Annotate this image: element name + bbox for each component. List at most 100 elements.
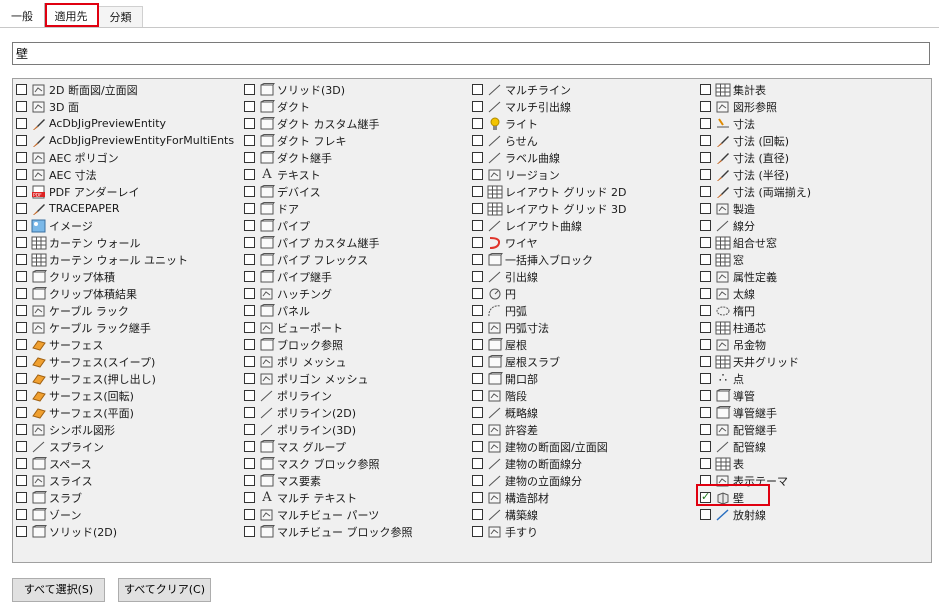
object-type-item[interactable]: ポリライン(3D) (241, 421, 461, 438)
checkbox[interactable] (472, 373, 483, 384)
checkbox[interactable] (16, 356, 27, 367)
object-type-item[interactable]: 3D 面 (13, 98, 233, 115)
object-type-item[interactable]: 線分 (697, 217, 917, 234)
checkbox[interactable] (472, 288, 483, 299)
checkbox[interactable] (472, 424, 483, 435)
checkbox[interactable] (700, 373, 711, 384)
checkbox[interactable] (244, 424, 255, 435)
object-type-item[interactable]: ダクト継手 (241, 149, 461, 166)
checkbox[interactable] (700, 118, 711, 129)
checkbox[interactable] (16, 424, 27, 435)
object-type-item[interactable]: カーテン ウォール (13, 234, 233, 251)
checkbox[interactable] (16, 169, 27, 180)
object-type-item[interactable]: PDF PDF アンダーレイ (13, 183, 233, 200)
object-type-item[interactable]: スライス (13, 472, 233, 489)
checkbox[interactable] (244, 339, 255, 350)
checkbox[interactable] (700, 254, 711, 265)
checkbox[interactable] (472, 356, 483, 367)
object-type-item[interactable]: 配管継手 (697, 421, 917, 438)
object-type-item[interactable]: 放射線 (697, 506, 917, 523)
object-type-item[interactable]: 許容差 (469, 421, 689, 438)
checkbox[interactable] (700, 169, 711, 180)
object-type-item[interactable]: 概略線 (469, 404, 689, 421)
checkbox[interactable] (700, 305, 711, 316)
checkbox[interactable] (16, 220, 27, 231)
object-type-item[interactable]: マルチビュー ブロック参照 (241, 523, 461, 540)
checkbox[interactable] (16, 509, 27, 520)
object-type-item[interactable]: パイプ継手 (241, 268, 461, 285)
checkbox[interactable] (700, 186, 711, 197)
checkbox[interactable] (244, 237, 255, 248)
checkbox[interactable] (244, 135, 255, 146)
object-type-item[interactable]: マルチビュー パーツ (241, 506, 461, 523)
checkbox[interactable] (244, 84, 255, 95)
object-type-item[interactable]: ソリッド(2D) (13, 523, 233, 540)
checkbox[interactable] (472, 135, 483, 146)
checkbox[interactable] (472, 237, 483, 248)
checkbox[interactable] (16, 390, 27, 401)
object-type-item[interactable]: 楕円 (697, 302, 917, 319)
object-type-item[interactable]: 寸法 (697, 115, 917, 132)
checkbox[interactable] (244, 203, 255, 214)
object-type-item[interactable]: イメージ (13, 217, 233, 234)
checkbox[interactable] (472, 322, 483, 333)
object-type-item[interactable]: 円弧寸法 (469, 319, 689, 336)
object-type-item[interactable]: クリップ体積結果 (13, 285, 233, 302)
object-type-item[interactable]: サーフェス(押し出し) (13, 370, 233, 387)
checkbox[interactable] (700, 339, 711, 350)
object-type-item[interactable]: ゾーン (13, 506, 233, 523)
checkbox[interactable] (472, 169, 483, 180)
object-type-item[interactable]: 構造部材 (469, 489, 689, 506)
object-type-item[interactable]: 導管 (697, 387, 917, 404)
checkbox[interactable] (472, 458, 483, 469)
checkbox[interactable] (244, 509, 255, 520)
checkbox[interactable] (244, 152, 255, 163)
object-type-item[interactable]: 建物の立面線分 (469, 472, 689, 489)
object-type-item[interactable]: ポリライン(2D) (241, 404, 461, 421)
object-type-item[interactable]: ∴ 点 (697, 370, 917, 387)
object-type-item[interactable]: 寸法 (回転) (697, 132, 917, 149)
object-type-item[interactable]: TRACEPAPER (13, 200, 233, 217)
checkbox[interactable] (472, 254, 483, 265)
object-type-item[interactable]: レイアウト グリッド 3D (469, 200, 689, 217)
checkbox[interactable] (472, 220, 483, 231)
object-type-item[interactable]: ダクト (241, 98, 461, 115)
object-type-item[interactable]: サーフェス (13, 336, 233, 353)
object-type-item[interactable]: ケーブル ラック (13, 302, 233, 319)
checkbox[interactable] (472, 305, 483, 316)
object-type-item[interactable]: パネル (241, 302, 461, 319)
object-type-item[interactable]: AEC 寸法 (13, 166, 233, 183)
checkbox[interactable] (700, 458, 711, 469)
object-type-item[interactable]: 太線 (697, 285, 917, 302)
checkbox[interactable] (244, 305, 255, 316)
checkbox[interactable] (244, 322, 255, 333)
object-type-item[interactable]: 配管線 (697, 438, 917, 455)
checkbox[interactable] (244, 356, 255, 367)
checkbox[interactable] (472, 101, 483, 112)
object-type-item[interactable]: ダクト フレキ (241, 132, 461, 149)
object-type-item[interactable]: 建物の断面線分 (469, 455, 689, 472)
object-type-item[interactable]: 組合せ窓 (697, 234, 917, 251)
checkbox[interactable] (16, 305, 27, 316)
checkbox[interactable] (472, 152, 483, 163)
object-type-item[interactable]: 円 (469, 285, 689, 302)
object-type-item[interactable]: 寸法 (両端揃え) (697, 183, 917, 200)
checkbox[interactable] (244, 169, 255, 180)
object-type-item[interactable]: AcDbJigPreviewEntity (13, 115, 233, 132)
object-type-item[interactable]: ビューポート (241, 319, 461, 336)
object-type-item[interactable]: レイアウト グリッド 2D (469, 183, 689, 200)
object-type-item[interactable]: ドア (241, 200, 461, 217)
checkbox[interactable] (700, 475, 711, 486)
object-type-item[interactable]: 図形参照 (697, 98, 917, 115)
tab-classification[interactable]: 分類 (98, 6, 143, 27)
checkbox[interactable] (244, 101, 255, 112)
object-type-item[interactable]: AEC ポリゴン (13, 149, 233, 166)
object-type-item[interactable]: 開口部 (469, 370, 689, 387)
object-type-item[interactable]: らせん (469, 132, 689, 149)
checkbox[interactable] (700, 101, 711, 112)
checkbox[interactable] (16, 441, 27, 452)
object-type-item[interactable]: 建物の断面図/立面図 (469, 438, 689, 455)
checkbox[interactable] (700, 271, 711, 282)
checkbox[interactable] (700, 203, 711, 214)
object-type-item[interactable]: 属性定義 (697, 268, 917, 285)
